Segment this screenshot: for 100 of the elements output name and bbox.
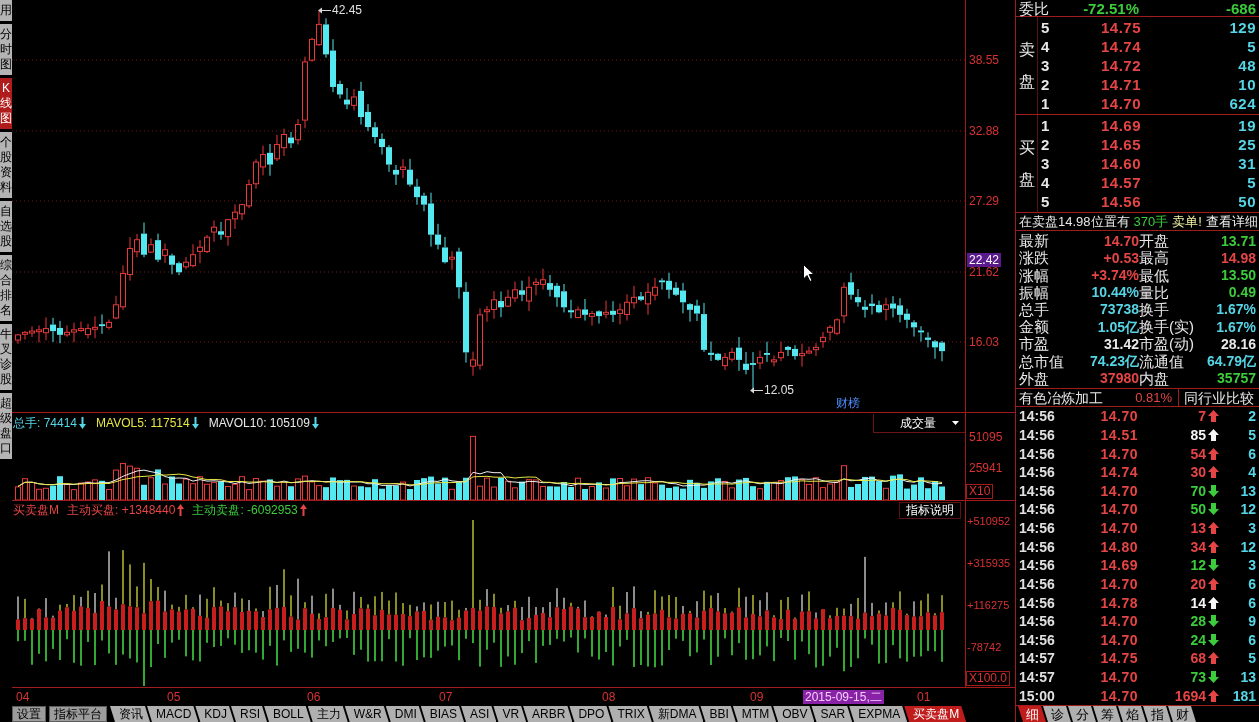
tick-count: 13 [1239, 670, 1257, 685]
indicator-tab[interactable]: ARBR [523, 706, 573, 722]
tick-count: 181 [1231, 688, 1257, 703]
stat-label: 开盘 [1139, 233, 1170, 249]
tick-volume: 50 [1189, 502, 1206, 517]
tick-volume: 54 [1189, 446, 1206, 461]
notice-text: 在卖盘14.98位置有 [1019, 215, 1130, 228]
date-axis-label: 2015-09-15,二 [803, 690, 884, 704]
industry-compare-button[interactable]: 同行业比较 [1178, 389, 1259, 406]
indicator-tab[interactable]: BBI [700, 706, 736, 722]
stat-value: 74.23亿 [1088, 354, 1139, 369]
industry-name: 有色冶炼加工 [1018, 390, 1104, 405]
stat-label: 量比 [1139, 284, 1170, 300]
side-tab[interactable]: 综合排名 [0, 255, 12, 321]
tick-volume: 70 [1189, 483, 1206, 498]
tick-volume: 12 [1189, 558, 1206, 573]
detail-tab[interactable]: 焰 [1118, 706, 1146, 722]
tick-price: 14.75 [1099, 651, 1138, 666]
detail-tab[interactable]: 财 [1168, 706, 1196, 722]
tick-time: 14:56 [1018, 483, 1056, 498]
stat-label: 涨跌 [1019, 250, 1050, 266]
stat-value: 1.05亿 [1096, 319, 1139, 334]
tick-volume: 20 [1189, 576, 1206, 591]
tick-price: 14.70 [1099, 614, 1138, 629]
indicator-tab[interactable]: 资讯 [110, 706, 150, 722]
toolbar-button[interactable]: 设置 [12, 706, 46, 722]
indicator-tab[interactable]: 买卖盘M [904, 706, 967, 722]
tick-price: 14.69 [1099, 558, 1138, 573]
indicator-dropdown[interactable]: 成交量 [873, 413, 965, 433]
tick-price: 14.70 [1099, 483, 1138, 498]
indicator-tab[interactable]: BIAS [420, 706, 465, 722]
detail-tab[interactable]: 细 [1018, 706, 1046, 722]
indicator-tab[interactable]: MTM [732, 706, 777, 722]
detail-tab[interactable]: 筹 [1093, 706, 1121, 722]
indicator-tab[interactable]: W&R [344, 706, 389, 722]
side-tab[interactable]: 自选股 [0, 201, 12, 252]
indicator-tab[interactable]: VR [493, 706, 527, 722]
indicator-tab[interactable]: ASI [461, 706, 497, 722]
date-axis-label: 07 [438, 690, 454, 704]
order-side-label: 卖盘 [1018, 39, 1035, 92]
indicator-tab[interactable]: 主力 [307, 706, 348, 722]
indicator-tab[interactable]: RSI [231, 706, 268, 722]
indicator-tab[interactable]: KDJ [195, 706, 234, 722]
indicator-help-button[interactable]: 指标说明 [899, 501, 961, 519]
stat-value: 73738 [1099, 302, 1139, 317]
tick-volume: 24 [1189, 632, 1206, 647]
detail-tab[interactable]: 分 [1068, 706, 1096, 722]
stat-label: 流通值 [1139, 353, 1185, 369]
stat-label: 金额 [1019, 319, 1050, 335]
indicator-tab[interactable]: BOLL [264, 706, 311, 722]
order-volume: 50 [1237, 194, 1256, 209]
stat-label: 总手 [1019, 302, 1050, 317]
indicator-tab[interactable]: 新DMA [648, 706, 704, 722]
order-level: 3 [1041, 58, 1051, 73]
order-price: 14.72 [1099, 58, 1141, 73]
side-tab[interactable]: 分时图 [0, 24, 12, 75]
tick-time: 14:57 [1018, 670, 1056, 685]
stat-value: 1.67% [1215, 319, 1256, 334]
indicator-tab[interactable]: OBV [773, 706, 815, 722]
order-volume: 19 [1237, 118, 1256, 133]
tick-time: 14:56 [1018, 427, 1056, 442]
tick-volume: 7 [1197, 409, 1206, 424]
order-price: 14.56 [1099, 194, 1141, 209]
tick-price: 14.74 [1099, 465, 1138, 480]
tick-volume: 85 [1189, 427, 1206, 442]
commission-ratio-value: -72.51% [1082, 0, 1139, 16]
tick-price: 14.51 [1099, 427, 1138, 442]
indicator-tab[interactable]: MACD [147, 706, 199, 722]
stat-value: 28.16 [1219, 336, 1256, 351]
detail-tab[interactable]: 诊 [1043, 706, 1071, 722]
date-axis-label: 06 [306, 690, 322, 704]
stat-value: 13.50 [1219, 268, 1256, 283]
side-tab[interactable]: 牛叉诊股 [0, 324, 12, 390]
tick-time: 14:56 [1018, 614, 1056, 629]
commission-ratio-label: 委比 [1019, 0, 1050, 16]
side-tab[interactable]: 超级盘口 [0, 393, 12, 459]
detail-tab[interactable]: 指 [1143, 706, 1171, 722]
order-volume: 624 [1228, 96, 1256, 111]
date-axis-label: 05 [166, 690, 182, 704]
indicator-tab[interactable]: EXPMA [849, 706, 908, 722]
tick-count: 6 [1247, 446, 1257, 461]
indicator-tab[interactable]: TRIX [608, 706, 652, 722]
indicator-tab[interactable]: DPO [569, 706, 612, 722]
tick-price: 14.78 [1099, 595, 1138, 610]
side-tab[interactable]: K线图 [0, 78, 12, 129]
side-tab[interactable]: 用 [0, 0, 12, 21]
indicator-axis-label: -78742 [967, 640, 1002, 654]
volume-legend-value: 总手: 74414 [13, 417, 78, 429]
indicator-tab[interactable]: SAR [811, 706, 853, 722]
tick-time: 15:00 [1018, 688, 1056, 703]
view-details-link[interactable]: 查看详细 [1205, 215, 1258, 228]
stat-label: 换手(实) [1139, 319, 1195, 335]
price-axis-label: 27.29 [968, 194, 1001, 208]
indicator-tab[interactable]: DMI [385, 706, 424, 722]
side-tab[interactable]: 个股资料 [0, 132, 12, 198]
tick-price: 14.70 [1099, 632, 1138, 647]
stat-value: +3.74% [1090, 268, 1139, 283]
stat-value: 13.71 [1219, 233, 1256, 248]
toolbar-button[interactable]: 指标平台 [49, 706, 107, 722]
tick-price: 14.70 [1099, 521, 1138, 536]
